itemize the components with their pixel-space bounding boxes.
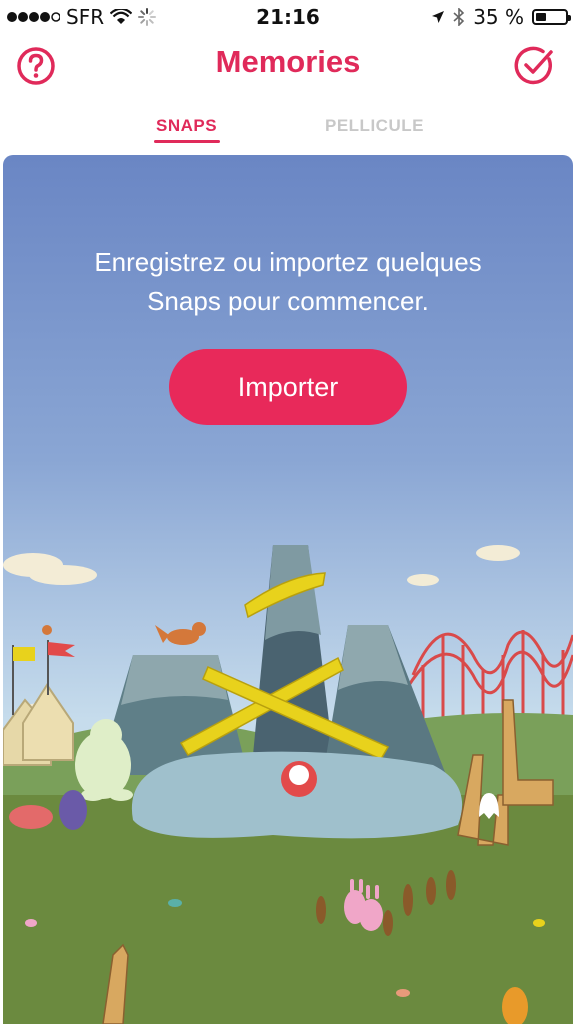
header: Memories [0, 36, 576, 96]
empty-state-panel: Enregistrez ou importez quelques Snaps p… [3, 155, 573, 1024]
check-circle-icon[interactable] [512, 44, 556, 88]
import-button[interactable]: Importer [169, 349, 407, 425]
location-arrow-icon [432, 11, 445, 23]
tab-bar: SNAPS PELLICULE [0, 110, 576, 150]
status-bar: SFR 21:16 35 % [0, 0, 576, 34]
battery-level [536, 13, 546, 21]
message-line-2: Snaps pour commencer. [147, 286, 429, 316]
active-tab-indicator [154, 140, 220, 143]
page-title: Memories [215, 44, 361, 79]
battery-icon [532, 9, 571, 25]
empty-state-message: Enregistrez ou importez quelques Snaps p… [3, 243, 573, 321]
bluetooth-icon [453, 8, 465, 26]
battery-percent: 35 % [473, 5, 524, 29]
tab-snaps[interactable]: SNAPS [156, 116, 217, 136]
tab-pellicule[interactable]: PELLICULE [325, 116, 424, 136]
message-line-1: Enregistrez ou importez quelques [94, 247, 482, 277]
